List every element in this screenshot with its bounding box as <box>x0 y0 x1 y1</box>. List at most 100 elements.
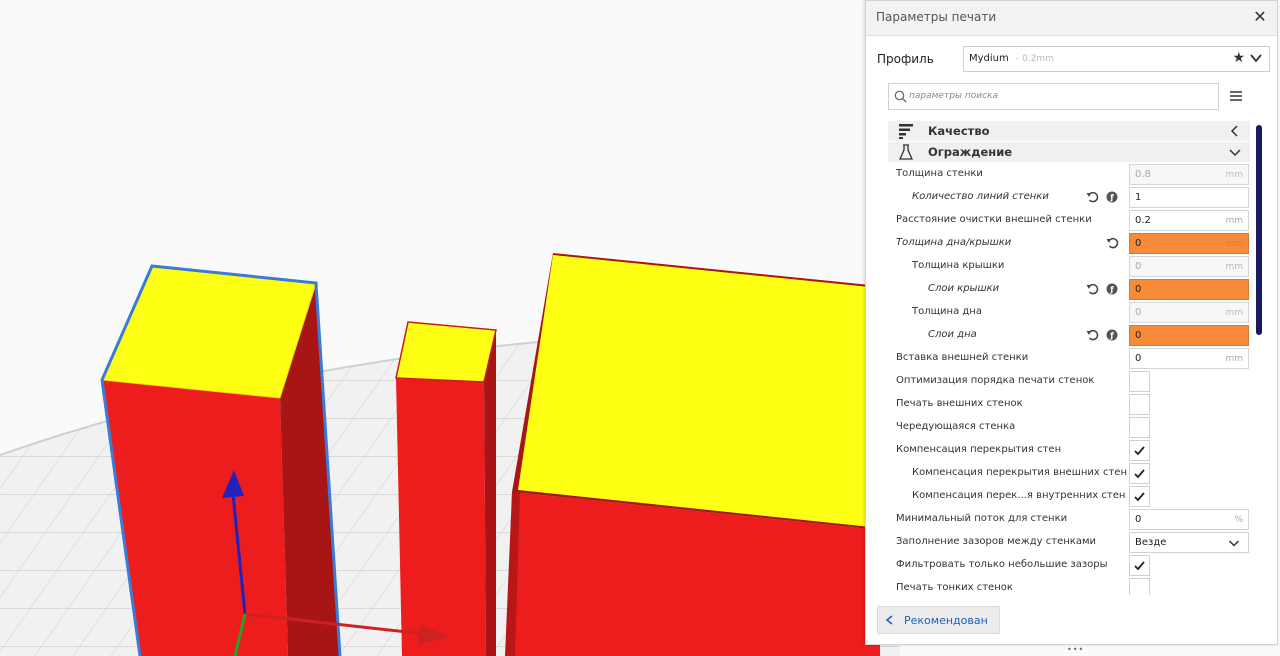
panel-title: Параметры печати <box>876 10 997 24</box>
setting-unit: mm <box>1225 354 1243 364</box>
setting-input[interactable]: 0 mm <box>1129 348 1249 369</box>
setting-unit: mm <box>1225 262 1243 272</box>
recommended-label: Рекомендован <box>904 614 988 627</box>
info-icon[interactable]: ƒ <box>1106 329 1118 341</box>
setting-label: Печать внешних стенок <box>896 398 1023 409</box>
setting-row: Оптимизация порядка печати стенок <box>888 370 1250 393</box>
setting-input[interactable]: 0 <box>1129 279 1249 300</box>
search-box[interactable] <box>888 83 1219 110</box>
profile-label: Профиль <box>877 52 934 66</box>
setting-input[interactable]: 0 <box>1129 325 1249 346</box>
setting-label: Заполнение зазоров между стенками <box>896 536 1097 547</box>
setting-input[interactable]: 0 mm <box>1129 256 1249 277</box>
setting-checkbox[interactable] <box>1129 555 1150 576</box>
setting-row: Толщина дна 0 mm <box>888 301 1250 324</box>
dropdown-value: Везде <box>1135 537 1167 548</box>
profile-layer-height: - 0.2mm <box>1016 54 1054 64</box>
profile-name: Mydium <box>969 53 1009 64</box>
setting-dropdown[interactable]: Везде <box>1129 532 1249 553</box>
setting-checkbox[interactable] <box>1129 394 1150 415</box>
svg-text:ƒ: ƒ <box>1109 331 1114 340</box>
shell-icon <box>898 144 914 160</box>
setting-unit: % <box>1234 515 1243 525</box>
setting-value: 0 <box>1135 307 1142 318</box>
checkmark-icon <box>1134 469 1145 479</box>
search-icon <box>894 90 907 103</box>
setting-label: Количество линий стенки <box>912 191 1049 202</box>
setting-row: Заполнение зазоров между стенками Везде <box>888 531 1250 554</box>
profile-select[interactable]: Mydium - 0.2mm ★ <box>963 46 1270 72</box>
setting-label: Толщина дна <box>912 306 982 317</box>
setting-input[interactable]: 0% <box>1129 509 1249 530</box>
setting-unit: mm <box>1225 239 1243 249</box>
reset-icon[interactable] <box>1106 236 1120 250</box>
setting-unit: mm <box>1225 216 1243 226</box>
setting-label: Толщина стенки <box>896 168 983 179</box>
quality-icon <box>899 124 913 139</box>
setting-row: Компенсация перекрытия внешних стен <box>888 462 1250 485</box>
category-quality[interactable]: Качество <box>888 121 1250 141</box>
setting-value: 0 <box>1135 514 1142 525</box>
setting-row: Печать тонких стенок <box>888 577 1250 595</box>
setting-row: Компенсация перекрытия стен <box>888 439 1250 462</box>
setting-checkbox[interactable] <box>1129 440 1150 461</box>
setting-row: Расстояние очистки внешней стенки 0.2 mm <box>888 209 1250 232</box>
setting-checkbox[interactable] <box>1129 486 1150 507</box>
setting-unit: mm <box>1225 308 1243 318</box>
setting-label: Вставка внешней стенки <box>896 352 1029 363</box>
model-column-left[interactable] <box>100 264 342 656</box>
info-icon[interactable]: ƒ <box>1106 283 1118 295</box>
resize-grip[interactable]: ••• <box>1067 645 1084 654</box>
model-column-middle[interactable] <box>395 321 497 656</box>
setting-row: Вставка внешней стенки 0 mm <box>888 347 1250 370</box>
reset-icon[interactable] <box>1086 282 1100 296</box>
search-input[interactable] <box>909 87 1209 105</box>
setting-input[interactable]: 0 mm <box>1129 302 1249 323</box>
setting-label: Толщина дна/крышки <box>896 237 1012 248</box>
panel-header: Параметры печати ✕ <box>866 1 1277 36</box>
setting-input[interactable]: 0.2 mm <box>1129 210 1249 231</box>
setting-row: Печать внешних стенок <box>888 393 1250 416</box>
reset-icon[interactable] <box>1086 328 1100 342</box>
setting-input[interactable]: 1 <box>1129 187 1249 208</box>
setting-label: Компенсация перекрытия стен <box>896 444 1062 455</box>
setting-checkbox[interactable] <box>1129 578 1150 595</box>
setting-row: Слои дна ƒ 0 <box>888 324 1250 347</box>
setting-input[interactable]: 0 mm <box>1129 233 1249 254</box>
chevron-down-icon[interactable] <box>1249 51 1263 65</box>
star-icon[interactable]: ★ <box>1232 50 1245 66</box>
model-box-right[interactable] <box>505 253 880 656</box>
setting-label: Расстояние очистки внешней стенки <box>896 214 1092 225</box>
setting-input[interactable]: 0.8 mm <box>1129 164 1249 185</box>
print-settings-panel: Параметры печати ✕ Профиль Mydium - 0.2m… <box>865 0 1278 645</box>
category-label: Качество <box>928 124 990 138</box>
recommended-button[interactable]: Рекомендован <box>877 606 1000 634</box>
settings-list[interactable]: Качество Ограждение Толщина стенки 0.8 mm К… <box>888 121 1250 595</box>
setting-unit: mm <box>1225 170 1243 180</box>
menu-icon[interactable] <box>1229 89 1243 103</box>
setting-label: Слои крышки <box>928 283 1000 294</box>
category-label: Ограждение <box>928 145 1013 159</box>
setting-value: 0 <box>1135 284 1142 295</box>
setting-label: Компенсация перек...я внутренних стен <box>912 490 1126 501</box>
close-icon[interactable]: ✕ <box>1251 7 1269 27</box>
chevron-left-icon[interactable] <box>1228 124 1242 138</box>
setting-label: Минимальный поток для стенки <box>896 513 1068 524</box>
setting-value: 0.8 <box>1135 169 1151 180</box>
reset-icon[interactable] <box>1086 190 1100 204</box>
setting-label: Печать тонких стенок <box>896 582 1013 593</box>
svg-text:ƒ: ƒ <box>1109 193 1114 202</box>
checkmark-icon <box>1134 561 1145 571</box>
category-shell[interactable]: Ограждение <box>888 142 1250 162</box>
info-icon[interactable]: ƒ <box>1106 191 1118 203</box>
setting-checkbox[interactable] <box>1129 417 1150 438</box>
setting-row: Чередующаяся стенка <box>888 416 1250 439</box>
chevron-down-icon <box>1228 540 1240 547</box>
setting-row: Минимальный поток для стенки 0% <box>888 508 1250 531</box>
setting-label: Фильтровать только небольшие зазоры <box>896 559 1108 570</box>
setting-checkbox[interactable] <box>1129 371 1150 392</box>
chevron-left-icon <box>885 615 893 625</box>
setting-checkbox[interactable] <box>1129 463 1150 484</box>
chevron-down-icon[interactable] <box>1228 145 1242 159</box>
scrollbar[interactable] <box>1256 125 1262 335</box>
